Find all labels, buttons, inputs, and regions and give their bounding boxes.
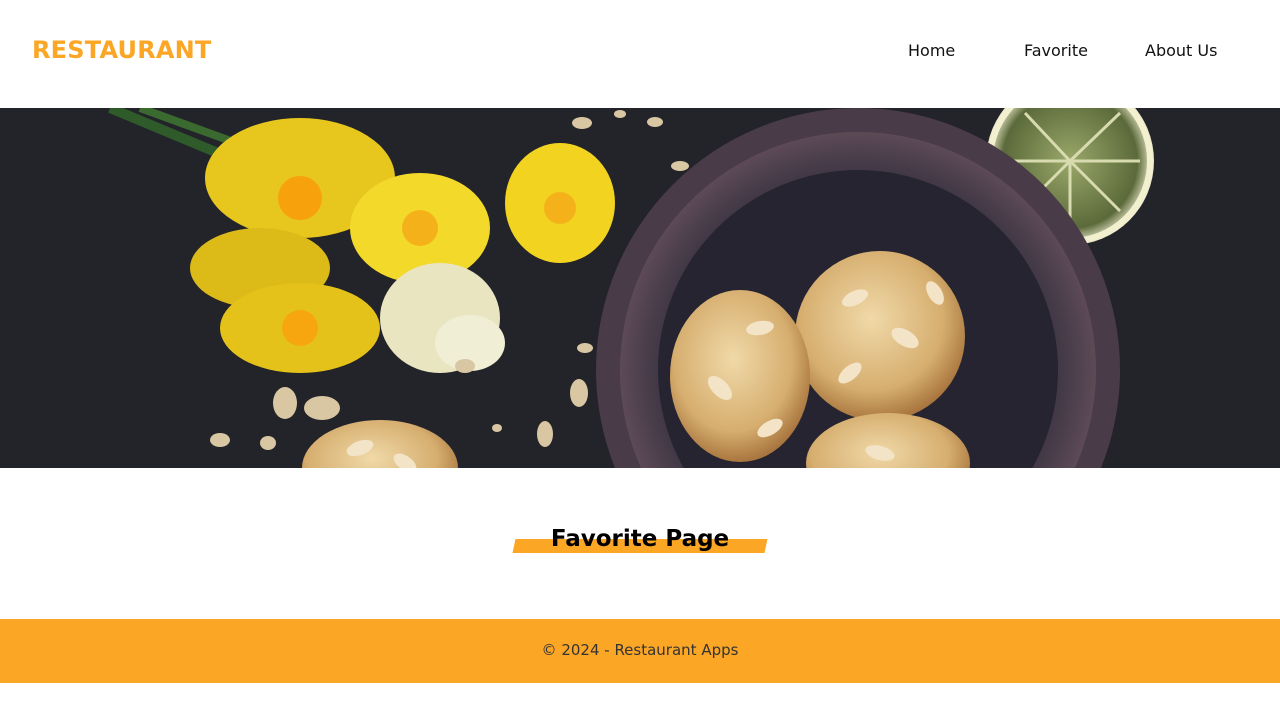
nav-about-us[interactable]: About Us: [1145, 41, 1217, 60]
hero-food-illustration: [0, 108, 1280, 468]
footer-copyright: © 2024 - Restaurant Apps: [541, 641, 739, 659]
nav-home[interactable]: Home: [908, 41, 955, 60]
page-title: Favorite Page: [550, 526, 730, 552]
site-footer: © 2024 - Restaurant Apps: [0, 619, 1280, 683]
nav-favorite[interactable]: Favorite: [1024, 41, 1088, 60]
site-header: RESTAURANT Home Favorite About Us: [0, 0, 1280, 108]
hero-image: [0, 108, 1280, 468]
main-nav: Home Favorite About Us: [0, 41, 1280, 65]
page-title-section: Favorite Page: [0, 520, 1280, 570]
